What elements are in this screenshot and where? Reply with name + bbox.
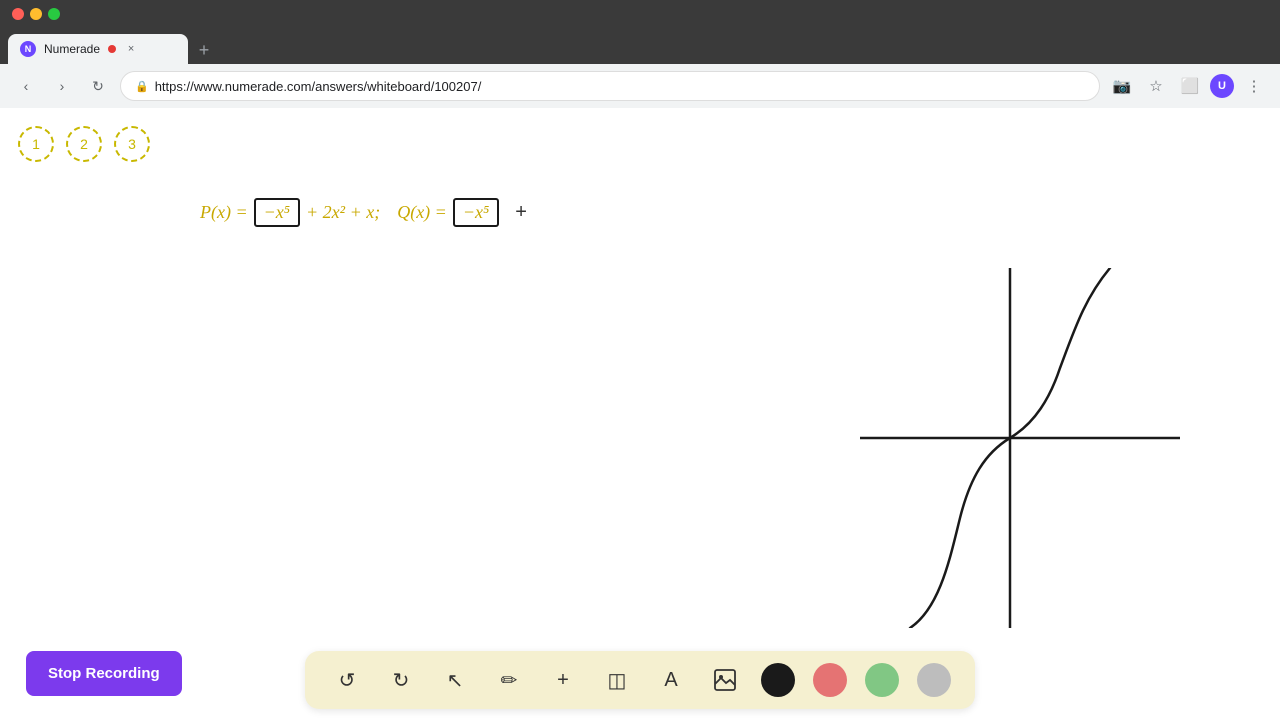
step-1[interactable]: 1 [18,126,54,162]
minimize-window-button[interactable] [30,8,42,20]
redo-button[interactable]: ↻ [383,662,419,698]
maximize-window-button[interactable] [48,8,60,20]
user-avatar[interactable]: U [1210,74,1234,98]
add-button[interactable]: + [545,662,581,698]
new-tab-button[interactable]: + [190,36,218,64]
color-black[interactable] [761,663,795,697]
toolbar-inner: ↺ ↻ ↖ ✏ + ◫ A [305,651,975,709]
formula-area: P(x) = −x⁵ + 2x² + x; Q(x) = −x⁵ + [200,198,527,227]
select-tool-button[interactable]: ↖ [437,662,473,698]
color-pink[interactable] [813,663,847,697]
active-tab[interactable]: N Numerade × [8,34,188,64]
close-window-button[interactable] [12,8,24,20]
step-3[interactable]: 3 [114,126,150,162]
tab-bar: N Numerade × + [0,28,1280,64]
eraser-button[interactable]: ◫ [599,662,635,698]
graph-area [860,268,1180,628]
nav-actions: 📷 ☆ ⬜ U ⋮ [1108,72,1268,100]
tab-recording-indicator [108,45,116,53]
q-box: −x⁵ [453,198,499,227]
p-prefix: P(x) = [200,202,248,223]
browser-chrome: N Numerade × + ‹ › ↻ 🔒 https://www.numer… [0,0,1280,108]
lock-icon: 🔒 [135,80,149,93]
tab-close-button[interactable]: × [124,42,138,56]
title-bar [0,0,1280,28]
camera-icon[interactable]: 📷 [1108,72,1136,100]
formula-p: P(x) = −x⁵ + 2x² + x; Q(x) = −x⁵ [200,198,501,227]
plus-sign: + [515,201,527,224]
forward-button[interactable]: › [48,72,76,100]
tab-favicon: N [20,41,36,57]
text-button[interactable]: A [653,662,689,698]
p-rest: + 2x² + x; [306,202,380,223]
q-prefix: Q(x) = [397,202,447,223]
menu-icon[interactable]: ⋮ [1240,72,1268,100]
back-button[interactable]: ‹ [12,72,40,100]
refresh-button[interactable]: ↻ [84,72,112,100]
toolbar: ↺ ↻ ↖ ✏ + ◫ A [0,640,1280,720]
traffic-lights [12,8,60,20]
tab-label: Numerade [44,42,100,56]
p-box: −x⁵ [254,198,300,227]
color-gray[interactable] [917,663,951,697]
stop-recording-button[interactable]: Stop Recording [26,651,182,696]
address-bar[interactable]: 🔒 https://www.numerade.com/answers/white… [120,71,1100,101]
undo-button[interactable]: ↺ [329,662,365,698]
pen-tool-button[interactable]: ✏ [491,662,527,698]
tab-search-icon[interactable]: ⬜ [1176,72,1204,100]
graph-svg [860,268,1180,628]
bookmark-icon[interactable]: ☆ [1142,72,1170,100]
step-2[interactable]: 2 [66,126,102,162]
image-button[interactable] [707,662,743,698]
nav-bar: ‹ › ↻ 🔒 https://www.numerade.com/answers… [0,64,1280,108]
address-text: https://www.numerade.com/answers/whitebo… [155,79,482,94]
step-indicators: 1 2 3 [18,126,150,162]
color-green[interactable] [865,663,899,697]
page-content: 1 2 3 P(x) = −x⁵ + 2x² + x; Q(x) = −x⁵ + [0,108,1280,720]
